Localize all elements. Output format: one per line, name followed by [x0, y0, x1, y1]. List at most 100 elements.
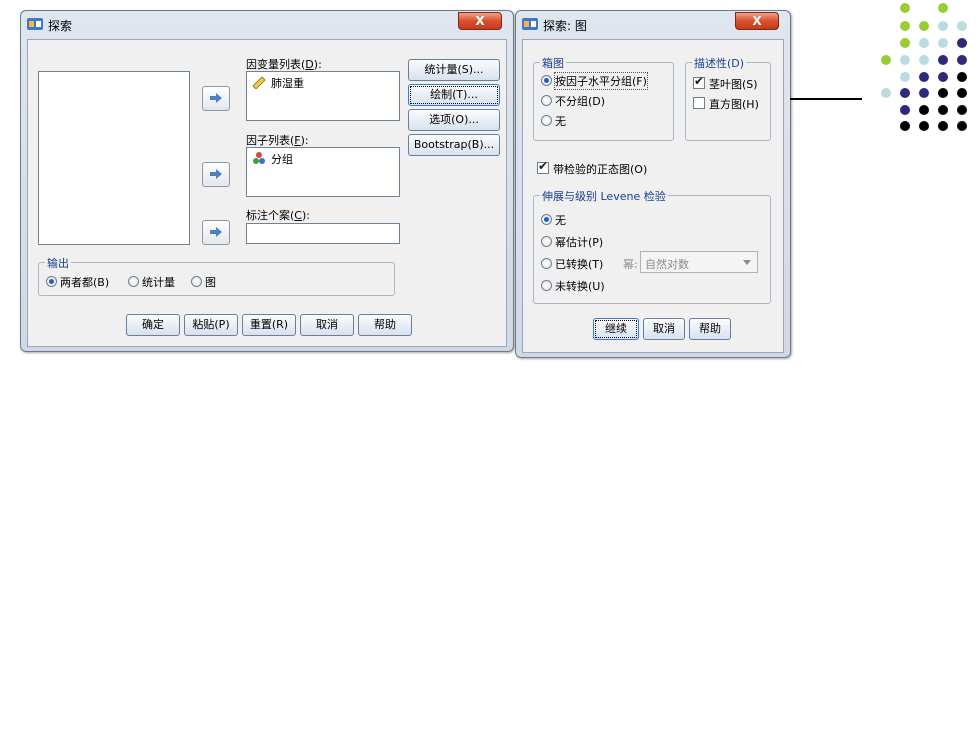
- dot: [957, 21, 967, 31]
- dot: [900, 3, 910, 13]
- levene-none-label[interactable]: 无: [555, 212, 566, 228]
- levene-power-label[interactable]: 幂估计(P): [555, 234, 603, 250]
- power-label: 幂:: [623, 258, 638, 271]
- explore-dialog: 探索 X 因变量列表(D): 肺湿重 因子列表(F): 分组 标注个案(C):: [20, 10, 514, 352]
- bootstrap-button[interactable]: Bootstrap(B)...: [408, 134, 500, 156]
- plots-title: 探索: 图: [543, 19, 587, 33]
- factor-list[interactable]: 分组: [246, 147, 400, 197]
- stem-leaf-checkbox[interactable]: [693, 74, 705, 89]
- levene-untransformed-radio[interactable]: [541, 280, 552, 291]
- box-together-radio[interactable]: [541, 95, 552, 106]
- dot: [900, 105, 910, 115]
- box-factor-label[interactable]: 按因子水平分组(F): [554, 72, 648, 90]
- dependent-list[interactable]: 肺湿重: [246, 71, 400, 121]
- arrow-right-icon: [210, 93, 222, 103]
- levene-none-radio[interactable]: [541, 214, 552, 225]
- output-group: 输出 两者都(B) 统计量 图: [38, 255, 395, 296]
- dot: [919, 55, 929, 65]
- power-select[interactable]: 自然对数: [640, 251, 758, 273]
- histogram-label[interactable]: 直方图(H): [709, 96, 759, 112]
- plots-button[interactable]: 绘制(T)...: [408, 84, 500, 106]
- reset-button[interactable]: 重置(R): [242, 314, 296, 336]
- options-button[interactable]: 选项(O)...: [408, 109, 500, 131]
- explore-close-button[interactable]: X: [458, 12, 502, 30]
- dot: [938, 121, 948, 131]
- move-factor-button[interactable]: [202, 162, 230, 187]
- output-both-label[interactable]: 两者都(B): [60, 274, 109, 290]
- dot: [919, 88, 929, 98]
- plots-client-area: 箱图 按因子水平分组(F) 不分组(D) 无 描述性(D) 茎叶图(S) 直方图…: [522, 39, 784, 353]
- dot: [900, 38, 910, 48]
- box-none-label[interactable]: 无: [555, 113, 566, 129]
- explore-titlebar: 探索 X: [21, 11, 513, 37]
- continue-button[interactable]: 继续: [593, 318, 639, 340]
- plots-dialog: 探索: 图 X 箱图 按因子水平分组(F) 不分组(D) 无 描述性(D) 茎叶…: [515, 10, 791, 358]
- dot: [881, 55, 891, 65]
- box-none-radio[interactable]: [541, 115, 552, 126]
- dot: [957, 88, 967, 98]
- divider-line: [790, 98, 862, 100]
- dot: [900, 88, 910, 98]
- dot: [957, 55, 967, 65]
- normality-checkbox[interactable]: [537, 159, 549, 174]
- output-statistics-label[interactable]: 统计量: [142, 274, 175, 290]
- ok-button[interactable]: 确定: [126, 314, 180, 336]
- power-select-value: 自然对数: [645, 258, 689, 271]
- boxplot-group-title: 箱图: [540, 55, 566, 71]
- plots-close-button[interactable]: X: [735, 12, 779, 30]
- dot: [938, 88, 948, 98]
- move-dependent-button[interactable]: [202, 86, 230, 111]
- dot: [881, 88, 891, 98]
- levene-power-radio[interactable]: [541, 236, 552, 247]
- factor-list-label: 因子列表(F):: [246, 134, 309, 147]
- dot: [900, 72, 910, 82]
- dot: [900, 121, 910, 131]
- ruler-variable-icon: [252, 76, 266, 89]
- levene-untransformed-label[interactable]: 未转换(U): [555, 278, 605, 294]
- plots-titlebar: 探索: 图 X: [516, 11, 790, 37]
- spss-app-icon: [522, 18, 538, 30]
- dot: [938, 72, 948, 82]
- histogram-checkbox[interactable]: [693, 97, 705, 109]
- output-group-title: 输出: [45, 255, 71, 271]
- levene-group-title: 伸展与级别 Levene 检验: [540, 188, 668, 204]
- box-together-label[interactable]: 不分组(D): [555, 93, 605, 109]
- output-plots-label[interactable]: 图: [205, 274, 216, 290]
- dot: [957, 72, 967, 82]
- arrow-right-icon: [210, 169, 222, 179]
- label-cases-field[interactable]: [246, 223, 400, 244]
- dot-grid-decoration: [870, 0, 980, 140]
- normality-label[interactable]: 带检验的正态图(O): [553, 161, 647, 177]
- help-button[interactable]: 帮助: [358, 314, 412, 336]
- dot: [919, 21, 929, 31]
- dot: [919, 72, 929, 82]
- descriptive-group: 描述性(D) 茎叶图(S) 直方图(H): [685, 55, 771, 141]
- plots-help-button[interactable]: 帮助: [689, 318, 731, 340]
- statistics-button[interactable]: 统计量(S)...: [408, 59, 500, 81]
- paste-button[interactable]: 粘贴(P): [184, 314, 238, 336]
- dot: [938, 38, 948, 48]
- arrow-right-icon: [210, 227, 222, 237]
- factor-item[interactable]: 分组: [271, 151, 293, 167]
- spss-app-icon: [27, 18, 43, 30]
- dot: [919, 121, 929, 131]
- output-plots-radio[interactable]: [191, 276, 202, 287]
- levene-transformed-label[interactable]: 已转换(T): [555, 256, 603, 272]
- stem-leaf-label[interactable]: 茎叶图(S): [709, 76, 758, 92]
- dependent-item[interactable]: 肺湿重: [271, 75, 304, 91]
- plots-cancel-button[interactable]: 取消: [643, 318, 685, 340]
- box-factor-radio[interactable]: [541, 75, 552, 86]
- dot: [900, 21, 910, 31]
- source-variable-list[interactable]: [38, 71, 190, 245]
- output-both-radio[interactable]: [46, 276, 57, 287]
- dot: [957, 38, 967, 48]
- move-label-cases-button[interactable]: [202, 220, 230, 245]
- dot: [938, 21, 948, 31]
- levene-transformed-radio[interactable]: [541, 258, 552, 269]
- cancel-button[interactable]: 取消: [300, 314, 354, 336]
- dot: [938, 3, 948, 13]
- label-cases-label: 标注个案(C):: [246, 209, 310, 222]
- output-statistics-radio[interactable]: [128, 276, 139, 287]
- dot: [900, 55, 910, 65]
- dot: [919, 38, 929, 48]
